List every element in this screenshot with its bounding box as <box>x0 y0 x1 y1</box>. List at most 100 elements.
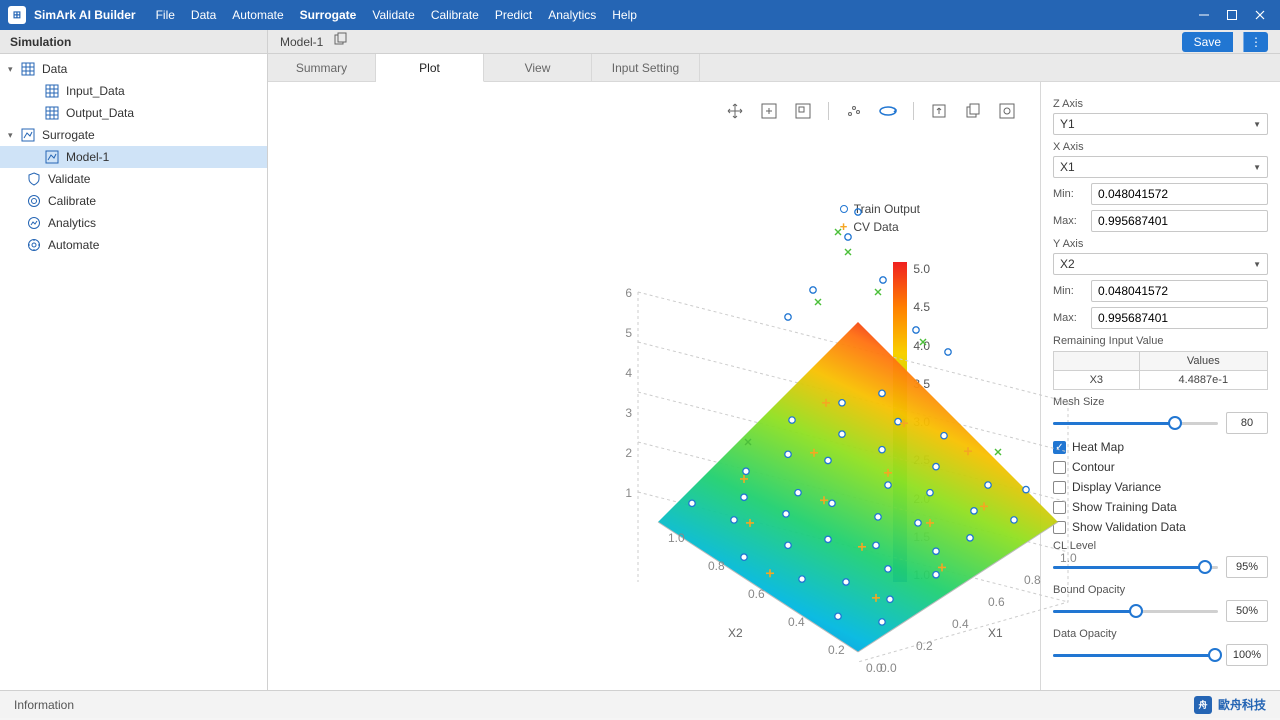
svg-text:0.8: 0.8 <box>708 559 725 573</box>
svg-text:1: 1 <box>625 486 632 500</box>
save-button[interactable]: Save <box>1182 32 1233 52</box>
status-info[interactable]: Information <box>14 698 74 712</box>
tree-automate-label: Automate <box>48 238 99 252</box>
automate-icon <box>26 237 42 253</box>
close-icon[interactable] <box>1248 5 1272 25</box>
bound-opacity-value[interactable]: 50% <box>1226 600 1268 622</box>
menu-help[interactable]: Help <box>612 8 637 22</box>
document-bar: Model-1 Save ⋮ <box>268 30 1280 54</box>
contour-checkbox[interactable]: Contour <box>1053 460 1268 474</box>
svg-text:0.6: 0.6 <box>988 595 1005 609</box>
tab-view[interactable]: View <box>484 54 592 82</box>
svg-text:4: 4 <box>625 366 632 380</box>
menu-surrogate[interactable]: Surrogate <box>300 8 357 22</box>
svg-text:3: 3 <box>625 406 632 420</box>
x-max-input[interactable] <box>1091 210 1268 232</box>
tree-input-data[interactable]: Input_Data <box>0 80 267 102</box>
project-tree: ▾ Data Input_Data Output_Data ▾ Surrogat… <box>0 54 267 690</box>
bound-opacity-label: Bound Opacity <box>1053 584 1268 596</box>
tree-input-label: Input_Data <box>66 84 125 98</box>
table-row-value[interactable]: 4.4887e-1 <box>1139 371 1267 390</box>
app-title: SimArk AI Builder <box>34 8 136 22</box>
variance-checkbox[interactable]: Display Variance <box>1053 480 1268 494</box>
show-valid-checkbox[interactable]: Show Validation Data <box>1053 520 1268 534</box>
tree-validate[interactable]: Validate <box>0 168 267 190</box>
plot-area[interactable]: Train Output +CV Data 5.0 4.5 4.0 3.5 3.… <box>268 82 1040 690</box>
caret-down-icon: ▾ <box>8 64 20 75</box>
brand: 舟 歐舟科技 <box>1194 696 1266 714</box>
data-opacity-value[interactable]: 100% <box>1226 644 1268 666</box>
y-min-input[interactable] <box>1091 280 1268 302</box>
pan-icon[interactable] <box>722 100 748 122</box>
tab-summary[interactable]: Summary <box>268 54 376 82</box>
tree-data[interactable]: ▾ Data <box>0 58 267 80</box>
z-axis-select[interactable]: Y1▼ <box>1053 113 1268 135</box>
menu-calibrate[interactable]: Calibrate <box>431 8 479 22</box>
copy-icon[interactable] <box>960 100 986 122</box>
surface-3d-plot: 654 321 1.00.80.6 0.40.20.0 <box>318 142 1078 702</box>
maximize-icon[interactable] <box>1220 5 1244 25</box>
rotate-3d-icon[interactable] <box>875 100 901 122</box>
app-logo-icon: ⊞ <box>8 6 26 24</box>
grid-icon <box>20 61 36 77</box>
menu-automate[interactable]: Automate <box>232 8 283 22</box>
caret-down-icon: ▾ <box>8 130 20 141</box>
export-icon[interactable] <box>926 100 952 122</box>
tree-validate-label: Validate <box>48 172 90 186</box>
tab-plot[interactable]: Plot <box>376 54 484 82</box>
surrogate-icon <box>20 127 36 143</box>
duplicate-icon[interactable] <box>333 33 347 50</box>
x-axis-select[interactable]: X1▼ <box>1053 156 1268 178</box>
menu-analytics[interactable]: Analytics <box>548 8 596 22</box>
grid-icon <box>44 83 60 99</box>
menu-file[interactable]: File <box>156 8 175 22</box>
z-axis-label: Z Axis <box>1053 98 1268 110</box>
minimize-icon[interactable] <box>1192 5 1216 25</box>
svg-text:0.6: 0.6 <box>748 587 765 601</box>
y-max-input[interactable] <box>1091 307 1268 329</box>
tree-surrogate[interactable]: ▾ Surrogate <box>0 124 267 146</box>
tab-input-setting[interactable]: Input Setting <box>592 54 700 82</box>
tree-calibrate[interactable]: Calibrate <box>0 190 267 212</box>
shield-icon <box>26 171 42 187</box>
x-min-input[interactable] <box>1091 183 1268 205</box>
mesh-size-slider[interactable] <box>1053 416 1218 430</box>
save-dropdown-button[interactable]: ⋮ <box>1243 32 1268 52</box>
show-train-checkbox[interactable]: Show Training Data <box>1053 500 1268 514</box>
y-axis-select[interactable]: X2▼ <box>1053 253 1268 275</box>
cl-level-slider[interactable] <box>1053 560 1218 574</box>
mesh-size-value[interactable]: 80 <box>1226 412 1268 434</box>
chevron-down-icon: ▼ <box>1253 163 1261 172</box>
settings-icon[interactable] <box>994 100 1020 122</box>
y-axis-label: Y Axis <box>1053 238 1268 250</box>
tree-surrogate-label: Surrogate <box>42 128 95 142</box>
tree-model-label: Model-1 <box>66 150 109 164</box>
tree-analytics-label: Analytics <box>48 216 96 230</box>
svg-text:6: 6 <box>625 286 632 300</box>
data-opacity-label: Data Opacity <box>1053 628 1268 640</box>
scatter-mode-icon[interactable] <box>841 100 867 122</box>
zoom-region-icon[interactable] <box>790 100 816 122</box>
data-opacity-slider[interactable] <box>1053 648 1218 662</box>
heatmap-checkbox[interactable]: ✓Heat Map <box>1053 440 1268 454</box>
doc-name: Model-1 <box>280 35 323 49</box>
tree-data-label: Data <box>42 62 67 76</box>
tree-analytics[interactable]: Analytics <box>0 212 267 234</box>
svg-text:5: 5 <box>625 326 632 340</box>
target-icon <box>26 193 42 209</box>
svg-text:X1: X1 <box>988 626 1003 640</box>
menu-predict[interactable]: Predict <box>495 8 532 22</box>
bound-opacity-slider[interactable] <box>1053 604 1218 618</box>
zoom-fit-icon[interactable] <box>756 100 782 122</box>
grid-icon <box>44 105 60 121</box>
brand-logo-icon: 舟 <box>1194 696 1212 714</box>
menu-data[interactable]: Data <box>191 8 216 22</box>
tree-model-1[interactable]: Model-1 <box>0 146 267 168</box>
tree-output-data[interactable]: Output_Data <box>0 102 267 124</box>
tree-automate[interactable]: Automate <box>0 234 267 256</box>
cl-level-label: CL Level <box>1053 540 1268 552</box>
sidebar: Simulation ▾ Data Input_Data Output_Data… <box>0 30 268 690</box>
menu-validate[interactable]: Validate <box>372 8 414 22</box>
cl-level-value[interactable]: 95% <box>1226 556 1268 578</box>
table-header-values: Values <box>1139 352 1267 371</box>
